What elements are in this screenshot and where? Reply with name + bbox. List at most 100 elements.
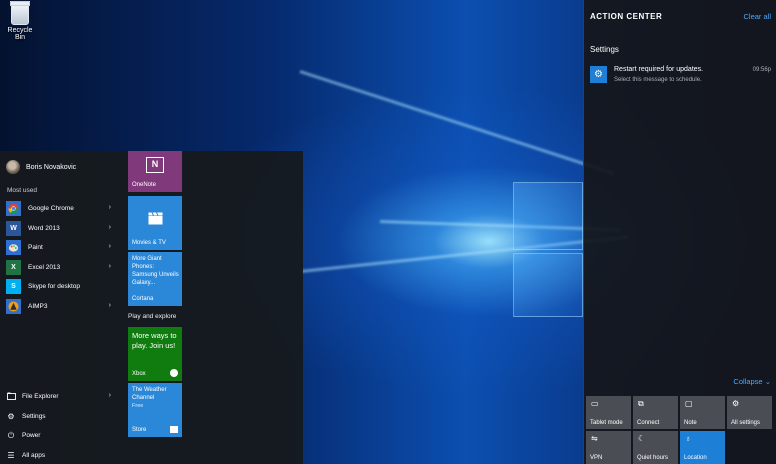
- quick-actions: ▭ Tablet mode ⧉ Connect ▢ Note ⚙ All set…: [586, 396, 776, 464]
- user-account[interactable]: Boris Novakovic: [6, 160, 76, 174]
- tile-label: Store: [132, 427, 147, 433]
- list-item-settings[interactable]: ⚙ Settings: [6, 407, 116, 427]
- quick-action-quiet-hours[interactable]: ☾ Quiet hours: [633, 431, 678, 464]
- most-used-list: Google Chrome › W Word 2013 › Paint › X …: [6, 199, 116, 316]
- quick-action-label: Connect: [637, 420, 660, 426]
- quick-action-location[interactable]: ♁ Location: [680, 431, 725, 464]
- app-label: Paint: [28, 244, 43, 252]
- all-apps-icon: ☰: [7, 450, 15, 460]
- notification-title: Restart required for updates.: [614, 66, 704, 73]
- list-item-word-2013[interactable]: W Word 2013 ›: [6, 219, 116, 239]
- quick-action-connect[interactable]: ⧉ Connect: [633, 396, 678, 429]
- gear-icon: ⚙: [732, 399, 740, 408]
- user-name: Boris Novakovic: [26, 163, 77, 171]
- start-menu: Boris Novakovic Most used Google Chrome …: [0, 151, 303, 464]
- list-item-skype[interactable]: S Skype for desktop: [6, 277, 116, 297]
- recycle-bin-label: Recycle Bin: [7, 27, 33, 41]
- clear-all-link[interactable]: Clear all: [743, 12, 771, 21]
- recycle-bin-icon: [10, 1, 30, 25]
- aimp-icon: [6, 298, 21, 314]
- tablet-mode-icon: ▭: [591, 399, 599, 408]
- tile-group-title: Play and explore: [128, 313, 177, 320]
- location-icon: ♁: [685, 434, 691, 443]
- quick-action-label: Note: [684, 420, 697, 426]
- store-icon: [170, 426, 178, 433]
- quick-action-all-settings[interactable]: ⚙ All settings: [727, 396, 772, 429]
- item-label: Settings: [22, 412, 46, 420]
- chevron-right-icon[interactable]: ›: [109, 204, 111, 211]
- app-label: Word 2013: [28, 224, 60, 232]
- notification-time: 09:56p: [752, 67, 771, 73]
- windows-logo-pane: [513, 253, 583, 317]
- quick-action-tablet-mode[interactable]: ▭ Tablet mode: [586, 396, 631, 429]
- avatar: [6, 160, 20, 174]
- action-center: ACTION CENTER Clear all Settings ⚙ Resta…: [583, 0, 776, 464]
- chevron-right-icon[interactable]: ›: [109, 224, 111, 231]
- quick-action-label: Quiet hours: [637, 455, 669, 461]
- chevron-right-icon[interactable]: ›: [109, 302, 111, 309]
- action-center-title: ACTION CENTER: [590, 12, 663, 21]
- settings-gear-icon: ⚙: [590, 66, 607, 83]
- chevron-down-icon: ⌄: [764, 377, 771, 386]
- tile-label: OneNote: [132, 182, 157, 188]
- notification-body: Select this message to schedule.: [614, 77, 702, 83]
- list-item-paint[interactable]: Paint ›: [6, 238, 116, 258]
- start-menu-left-pane: Boris Novakovic Most used Google Chrome …: [0, 151, 122, 464]
- chevron-right-icon[interactable]: ›: [109, 243, 111, 250]
- tile-xbox[interactable]: More ways to play. Join us! Xbox: [128, 327, 182, 381]
- store-headline: The Weather Channel: [132, 387, 167, 401]
- item-label: File Explorer: [22, 393, 59, 401]
- windows-logo-pane: [513, 182, 583, 250]
- tile-onenote[interactable]: N OneNote: [128, 151, 182, 192]
- list-item-google-chrome[interactable]: Google Chrome ›: [6, 199, 116, 219]
- app-label: Google Chrome: [28, 205, 74, 213]
- note-icon: ▢: [685, 399, 693, 408]
- list-item-all-apps[interactable]: ☰ All apps: [6, 446, 116, 464]
- tile-store[interactable]: The Weather Channel Free Store: [128, 383, 182, 437]
- connect-icon: ⧉: [638, 399, 644, 408]
- paint-icon: [6, 240, 21, 256]
- list-item-power[interactable]: ⏻ Power: [6, 426, 116, 446]
- collapse-link[interactable]: Collapse ⌄: [733, 377, 771, 386]
- xbox-icon: [170, 369, 178, 377]
- vpn-icon: ⇋: [591, 434, 598, 443]
- chevron-right-icon[interactable]: ›: [109, 263, 111, 270]
- chrome-icon: [6, 201, 21, 217]
- quick-action-note[interactable]: ▢ Note: [680, 396, 725, 429]
- quick-action-label: VPN: [590, 455, 603, 461]
- tile-movies-tv[interactable]: Movies & TV: [128, 196, 182, 250]
- notification[interactable]: ⚙ Restart required for updates. Select t…: [590, 66, 774, 88]
- skype-icon: S: [6, 279, 21, 295]
- quick-action-label: Tablet mode: [590, 420, 623, 426]
- folder-icon: [6, 392, 16, 402]
- tile-label: Xbox: [132, 371, 146, 377]
- xbox-text: More ways to play. Join us!: [132, 331, 177, 350]
- app-label: AIMP3: [28, 302, 48, 310]
- tile-cortana[interactable]: More Giant Phones: Samsung Unveils Galax…: [128, 252, 182, 306]
- quick-action-vpn[interactable]: ⇋ VPN: [586, 431, 631, 464]
- item-label: All apps: [22, 451, 46, 459]
- gear-icon: ⚙: [7, 411, 15, 421]
- app-label: Excel 2013: [28, 263, 61, 271]
- collapse-label: Collapse: [733, 377, 763, 386]
- list-item-excel-2013[interactable]: X Excel 2013 ›: [6, 258, 116, 278]
- list-item-file-explorer[interactable]: File Explorer ›: [6, 387, 116, 407]
- notification-group-title: Settings: [590, 45, 619, 54]
- start-menu-bottom-list: File Explorer › ⚙ Settings ⏻ Power ☰ All…: [6, 387, 116, 464]
- power-icon: ⏻: [7, 430, 15, 440]
- list-item-aimp3[interactable]: AIMP3 ›: [6, 297, 116, 317]
- item-label: Power: [22, 432, 41, 440]
- cortana-headline: More Giant Phones: Samsung Unveils Galax…: [132, 256, 179, 286]
- chevron-right-icon[interactable]: ›: [109, 392, 111, 399]
- recycle-bin[interactable]: Recycle Bin: [2, 1, 38, 41]
- quick-action-label: All settings: [731, 420, 761, 426]
- onenote-icon: N: [146, 157, 164, 173]
- tile-label: Movies & TV: [132, 240, 166, 246]
- store-sub: Free: [132, 403, 144, 409]
- clapperboard-icon: [148, 212, 163, 227]
- light-beam: [299, 70, 615, 175]
- tile-label: Cortana: [132, 296, 154, 302]
- most-used-title: Most used: [7, 187, 37, 194]
- moon-icon: ☾: [638, 434, 646, 443]
- word-icon: W: [6, 220, 21, 236]
